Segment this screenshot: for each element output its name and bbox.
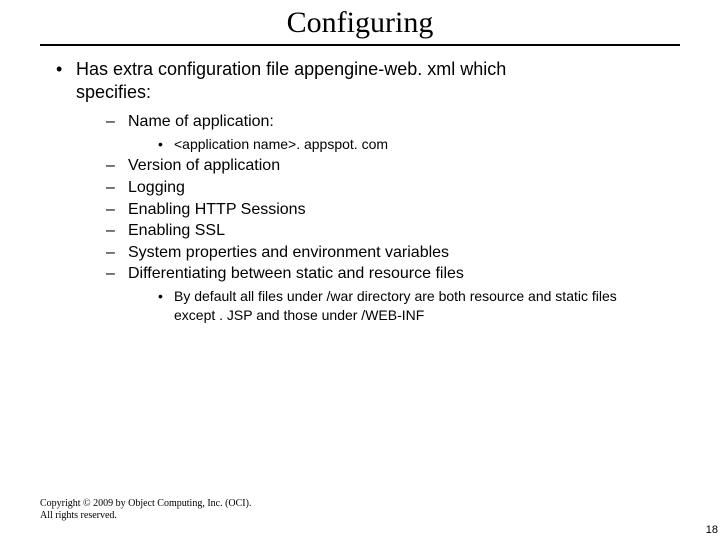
sub-name-app-text: Name of application: (128, 113, 274, 130)
sub-diff-static-text: Differentiating between static and resou… (128, 265, 464, 282)
sub-name-app-sub: <application name>. appspot. com (158, 135, 720, 154)
bullet-list-lvl3-diff: By default all files under /war director… (158, 287, 720, 325)
bullet-list-lvl3-nameapp: <application name>. appspot. com (158, 135, 720, 154)
main-bullet-text-line1: Has extra configuration file appengine-w… (76, 59, 506, 79)
page-number: 18 (706, 524, 718, 536)
title-rule (40, 44, 680, 46)
sub-name-app: Name of application: <application name>.… (106, 111, 720, 153)
sub-logging: Logging (106, 177, 720, 199)
sub-diff-static-sub-l2: except . JSP and those under /WEB-INF (174, 307, 424, 323)
footer-line2: All rights reserved. (40, 510, 117, 521)
sub-diff-static-sub: By default all files under /war director… (158, 287, 720, 325)
bullet-list-lvl2: Name of application: <application name>.… (106, 111, 720, 325)
footer: Copyright © 2009 by Object Computing, In… (40, 498, 251, 522)
sub-ssl: Enabling SSL (106, 220, 720, 242)
main-bullet: Has extra configuration file appengine-w… (56, 58, 720, 325)
sub-http-sessions: Enabling HTTP Sessions (106, 199, 720, 221)
footer-line1: Copyright © 2009 by Object Computing, In… (40, 498, 251, 509)
sub-diff-static: Differentiating between static and resou… (106, 263, 720, 324)
slide: Configuring Has extra configuration file… (0, 0, 720, 540)
sub-diff-static-sub-l1: By default all files under /war director… (174, 288, 617, 304)
slide-title: Configuring (0, 0, 720, 44)
main-bullet-text-line2: specifies: (76, 82, 151, 102)
bullet-list-lvl1: Has extra configuration file appengine-w… (56, 58, 720, 325)
sub-sysprops: System properties and environment variab… (106, 242, 720, 264)
sub-version: Version of application (106, 155, 720, 177)
